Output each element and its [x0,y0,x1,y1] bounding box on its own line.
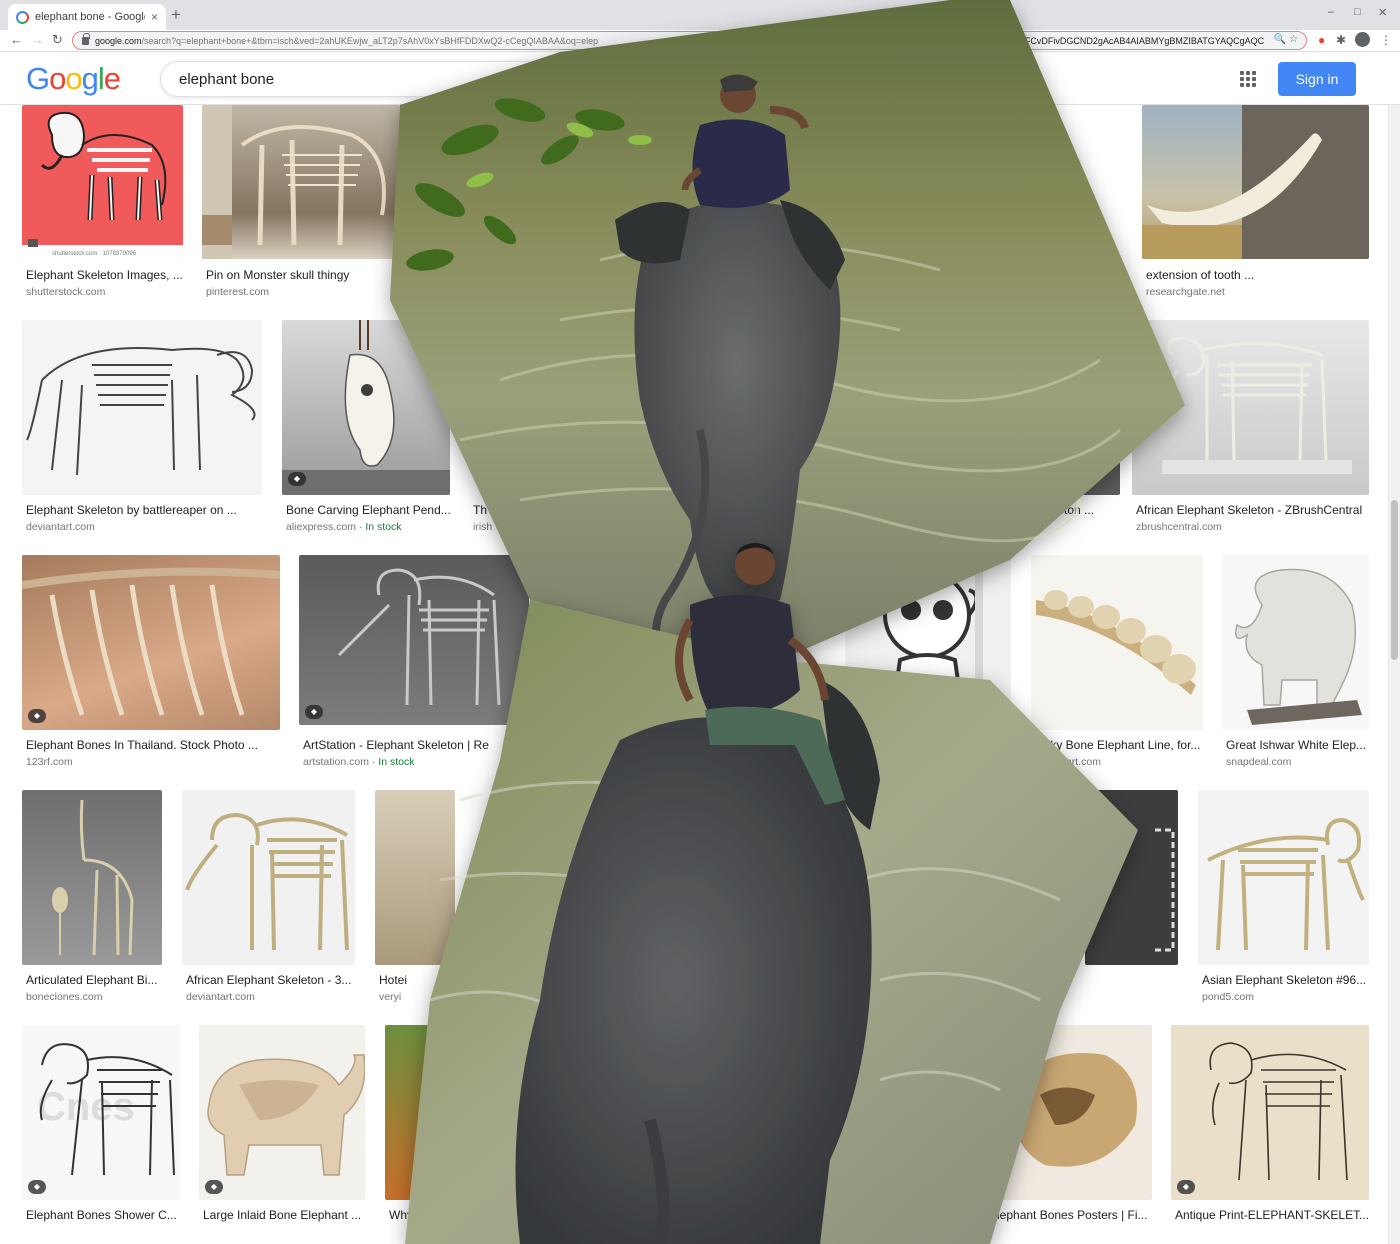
result-card[interactable]: African Elephant Skeleton - ZBrushCentra… [1132,320,1369,535]
scrollbar-thumb[interactable] [1391,500,1398,660]
result-card[interactable]: Milky Bone Elephant Line, for... indiama… [1031,555,1203,770]
tab-title: elephant bone - Google S [35,11,145,23]
tab-close-icon[interactable]: × [151,10,158,24]
profile-avatar-icon[interactable] [1355,32,1370,47]
browser-tab[interactable]: elephant bone - Google S × [8,4,166,30]
result-title: Elephant Skeleton by battlereaper on ... [26,503,237,517]
product-tag-icon: ◆ [305,705,323,719]
url-text: google.com/search?q=elephant+bone+&tbm=i… [95,35,599,46]
result-source: deviantart.com [186,991,255,1003]
result-title: Elephant Bones In Thailand. Stock Photo … [26,738,258,752]
thumb-watermark: shutterstock.com · 1078379096 [52,251,137,257]
sign-in-button[interactable]: Sign in [1278,62,1356,96]
result-title: Articulated Elephant Bi... [26,973,158,987]
result-source: boneclones.com [26,991,103,1003]
browser-tabstrip: elephant bone - Google S × + – □ ✕ [0,0,1400,30]
result-title: African Elephant Skeleton - 3... [186,973,352,987]
result-thumbnail[interactable] [1198,790,1369,965]
maximize-button[interactable]: □ [1354,6,1361,18]
result-source: snapdeal.com [1226,756,1292,768]
result-title: extension of tooth ... [1146,268,1255,282]
result-source: shutterstock.com [26,286,106,298]
new-tab-button[interactable]: + [171,6,181,24]
result-title: Milky Bone Elephant Line, for... [1035,738,1201,752]
google-logo[interactable]: Google [26,61,121,97]
result-title: Large Inlaid Bone Elephant ... [203,1208,362,1222]
star-icon[interactable]: 🔍 ☆ [1274,34,1298,45]
result-card[interactable]: Articulated Elephant Bi... boneclones.co… [22,790,162,1005]
result-thumbnail[interactable] [182,790,355,965]
result-title: Antique Print-ELEPHANT-SKELET... [1175,1208,1369,1222]
apps-grid-icon[interactable] [1240,71,1256,87]
result-title: Great Ishwar White Elep... [1226,738,1367,752]
result-thumbnail[interactable] [1031,555,1203,730]
result-card[interactable]: extension of tooth ... researchgate.net [1142,105,1369,300]
result-title: Elephant Bones Posters | Fi... [989,1208,1148,1222]
result-title: Pin on Monster skull thingy [206,268,350,282]
result-thumbnail[interactable]: ◆ [199,1025,365,1200]
lock-icon [82,32,90,45]
result-source: artstation.com · In stock [303,756,415,768]
result-thumbnail[interactable]: ◆ [22,555,280,730]
result-title: ArtStation - Elephant Skeleton | Re [303,738,489,752]
product-tag-icon: ◆ [288,472,306,486]
result-card[interactable]: Cnes ◆ Elephant Bones Shower C... [22,1025,180,1244]
screen: elephant bone - Google S × + – □ ✕ ← → ↻… [0,0,1400,1244]
result-card[interactable]: Elephant Skeleton by battlereaper on ...… [22,320,262,535]
result-thumbnail[interactable] [22,320,262,495]
result-thumbnail[interactable]: shutterstock.com · 1078379096 [22,105,183,259]
puzzle-icon[interactable]: ✱ [1336,33,1346,47]
result-source: researchgate.net [1146,286,1225,298]
result-thumbnail[interactable]: ◆ [299,555,529,725]
result-source: aliexpress.com · In stock [286,521,402,533]
result-thumbnail[interactable]: Cnes ◆ [22,1025,180,1200]
result-card[interactable]: ◆ Antique Print-ELEPHANT-SKELET... [1171,1025,1369,1244]
result-thumbnail[interactable] [1142,105,1369,259]
product-tag-icon: ◆ [28,709,46,723]
result-thumbnail[interactable]: ◆ [1171,1025,1369,1200]
result-card[interactable]: Asian Elephant Skeleton #96... pond5.com [1198,790,1369,1005]
menu-dots-icon[interactable]: ⋮ [1380,33,1392,47]
product-tag-icon: ◆ [28,1180,46,1194]
result-source: deviantart.com [26,521,95,533]
result-title: Bone Carving Elephant Pend... [286,503,450,517]
result-thumbnail[interactable] [22,790,162,965]
result-card[interactable]: ◆ Elephant Bones In Thailand. Stock Phot… [22,555,280,770]
extension-icon[interactable]: ● [1318,33,1325,47]
result-card[interactable]: Pin on Monster skull thingy pinterest.co… [202,105,400,300]
result-card[interactable]: African Elephant Skeleton - 3... deviant… [182,790,355,1005]
result-thumbnail[interactable] [1222,555,1369,730]
google-favicon-icon [16,10,29,24]
result-title: African Elephant Skeleton - ZBrushCentra… [1136,503,1363,517]
forward-button[interactable]: → [31,32,44,47]
result-source: pinterest.com [206,286,270,298]
product-tag-icon: ◆ [1177,1180,1195,1194]
result-card[interactable]: ◆ Large Inlaid Bone Elephant ... [199,1025,365,1244]
result-thumbnail[interactable] [375,790,455,965]
back-button[interactable]: ← [10,32,23,47]
result-title: Elephant Bones Shower C... [26,1208,177,1222]
result-title: Elephant Skeleton Images, ... [26,268,183,282]
result-source: zbrushcentral.com [1136,521,1222,533]
minimize-button[interactable]: – [1328,6,1334,18]
close-window-button[interactable]: ✕ [1378,6,1387,19]
result-source: 123rf.com [26,756,73,768]
product-tag-icon: ◆ [205,1180,223,1194]
result-source: pond5.com [1202,991,1254,1003]
page-scrollbar[interactable] [1388,105,1400,1244]
result-card[interactable]: shutterstock.com · 1078379096 Elephant S… [22,105,183,300]
reload-button[interactable]: ↻ [52,32,63,48]
result-card[interactable]: ◆ ArtStation - Elephant Skeleton | Re ar… [299,555,529,770]
result-thumbnail[interactable] [202,105,400,259]
result-card[interactable]: Great Ishwar White Elep... snapdeal.com [1222,555,1369,770]
result-title: Asian Elephant Skeleton #96... [1202,973,1367,987]
